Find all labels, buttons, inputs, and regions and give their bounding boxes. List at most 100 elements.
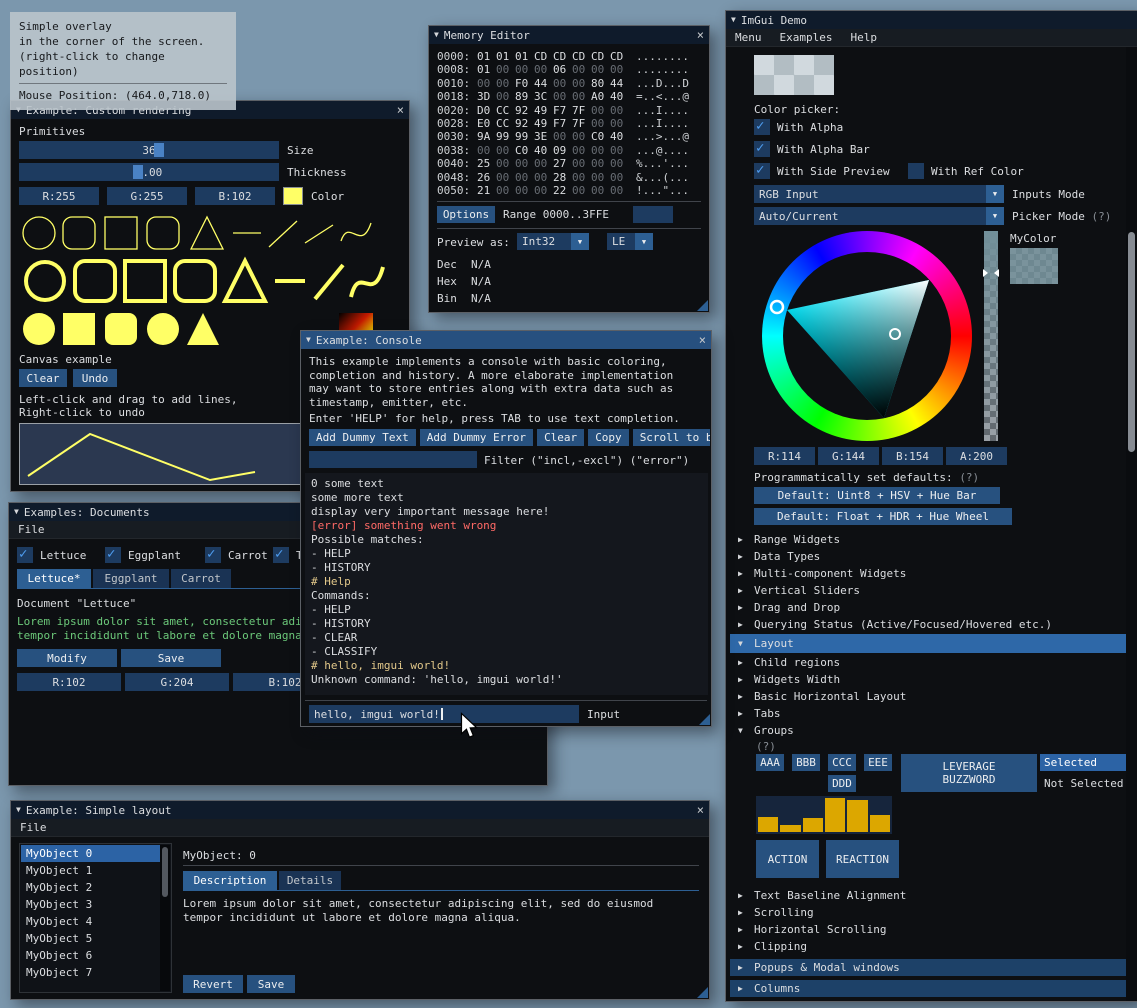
memory-row[interactable]: 0028:E0CC9249F77F0000...I.... xyxy=(437,117,689,130)
selectable-selected[interactable]: Selected xyxy=(1040,754,1128,771)
help-marker[interactable]: (?) xyxy=(1091,210,1111,223)
chevron-right-icon[interactable]: ▶ xyxy=(738,891,748,900)
object-list[interactable]: MyObject 0MyObject 1MyObject 2MyObject 3… xyxy=(19,843,172,993)
ccc-button[interactable]: CCC xyxy=(828,754,856,771)
goto-address-input[interactable] xyxy=(633,206,673,223)
scroll-to-b-button[interactable]: Scroll to b xyxy=(633,429,710,446)
tree-node-tabs[interactable]: ▶Tabs xyxy=(730,705,1127,722)
list-item-myobject-0[interactable]: MyObject 0 xyxy=(21,845,170,862)
chevron-right-icon[interactable]: ▶ xyxy=(738,675,748,684)
checkbox-lettuce[interactable]: ✓ Lettuce xyxy=(17,547,86,563)
selectable-not-selected[interactable]: Not Selected xyxy=(1040,775,1123,792)
eee-button[interactable]: EEE xyxy=(864,754,892,771)
bbb-button[interactable]: BBB xyxy=(792,754,820,771)
size-slider[interactable]: 36 xyxy=(19,141,279,159)
drawing-canvas[interactable] xyxy=(19,423,306,485)
clear-button[interactable]: Clear xyxy=(19,369,67,387)
chevron-right-icon[interactable]: ▶ xyxy=(738,552,748,561)
list-item-myobject-4[interactable]: MyObject 4 xyxy=(21,913,170,930)
aaa-button[interactable]: AAA xyxy=(756,754,784,771)
tab-eggplant[interactable]: Eggplant xyxy=(93,569,169,588)
console-log[interactable]: 0 some textsome more textdisplay very im… xyxy=(305,473,708,695)
clear-button[interactable]: Clear xyxy=(537,429,584,446)
chevron-down-icon[interactable]: ▼ xyxy=(635,233,653,250)
tree-node-scrolling[interactable]: ▶Scrolling xyxy=(730,904,1127,921)
chevron-right-icon[interactable]: ▶ xyxy=(738,925,748,934)
tree-node-groups[interactable]: ▼Groups xyxy=(730,722,1127,739)
preview-type-combo[interactable]: Int32 ▼ xyxy=(517,233,589,250)
close-icon[interactable]: × xyxy=(397,104,404,116)
side-preview-swatch[interactable] xyxy=(1010,248,1058,284)
tab-details[interactable]: Details xyxy=(279,871,341,890)
tree-node-columns[interactable]: ▶Columns xyxy=(730,980,1127,997)
color-preview-button[interactable] xyxy=(754,55,834,95)
tree-node-multi-component-widgets[interactable]: ▶Multi-component Widgets xyxy=(730,565,1127,582)
menu-menu[interactable]: Menu xyxy=(726,31,771,44)
leverage-buzzword-button[interactable]: LEVERAGE BUZZWORD xyxy=(901,754,1037,792)
revert-button[interactable]: Revert xyxy=(183,975,243,993)
chevron-down-icon[interactable]: ▼ xyxy=(571,233,589,250)
hex-dump[interactable]: 0000:010101CDCDCDCDCD........0008:010000… xyxy=(437,50,689,197)
list-item-myobject-1[interactable]: MyObject 1 xyxy=(21,862,170,879)
slider-grab[interactable] xyxy=(154,143,164,157)
chevron-right-icon[interactable]: ▶ xyxy=(738,692,748,701)
tree-node-horizontal-scrolling[interactable]: ▶Horizontal Scrolling xyxy=(730,921,1127,938)
simple-layout-titlebar[interactable]: ▼ Example: Simple layout × xyxy=(11,801,709,819)
list-item-myobject-2[interactable]: MyObject 2 xyxy=(21,879,170,896)
tree-node-drag-and-drop[interactable]: ▶Drag and Drop xyxy=(730,599,1127,616)
menu-file[interactable]: File xyxy=(9,523,54,536)
tree-node-text-baseline-alignment[interactable]: ▶Text Baseline Alignment xyxy=(730,887,1127,904)
checkbox-carrot[interactable]: ✓ Carrot xyxy=(205,547,268,563)
chevron-right-icon[interactable]: ▶ xyxy=(738,984,748,993)
chevron-right-icon[interactable]: ▶ xyxy=(738,942,748,951)
doc-color-g-drag[interactable]: G:204 xyxy=(125,673,229,691)
chevron-right-icon[interactable]: ▶ xyxy=(738,569,748,578)
tree-node-vertical-sliders[interactable]: ▶Vertical Sliders xyxy=(730,582,1127,599)
chevron-down-icon[interactable]: ▼ xyxy=(738,726,748,735)
picker-mode-combo[interactable]: Auto/Current ▼ xyxy=(754,207,1004,225)
collapse-arrow-icon[interactable]: ▼ xyxy=(14,508,19,516)
list-item-myobject-5[interactable]: MyObject 5 xyxy=(21,930,170,947)
tab-lettuce[interactable]: Lettuce* xyxy=(17,569,91,588)
hue-wheel[interactable] xyxy=(762,231,972,441)
scrollbar-grab[interactable] xyxy=(162,847,168,897)
resize-grip[interactable] xyxy=(697,300,708,311)
help-marker[interactable]: (?) xyxy=(756,740,776,753)
endianness-combo[interactable]: LE ▼ xyxy=(607,233,653,250)
reaction-button[interactable]: REACTION xyxy=(826,840,899,878)
color-r-drag[interactable]: R:255 xyxy=(19,187,99,205)
tree-node-querying-status-active-focused-hovered-etc[interactable]: ▶Querying Status (Active/Focused/Hovered… xyxy=(730,616,1127,633)
memory-row[interactable]: 0040:2500000027000000%...'... xyxy=(437,157,689,170)
save-button[interactable]: Save xyxy=(247,975,295,993)
help-marker[interactable]: (?) xyxy=(959,471,979,484)
list-scrollbar[interactable] xyxy=(160,845,170,991)
chevron-right-icon[interactable]: ▶ xyxy=(738,620,748,629)
hue-cursor[interactable] xyxy=(771,301,783,313)
modify-button[interactable]: Modify xyxy=(17,649,117,667)
memory-row[interactable]: 0010:0000F04400008044...D...D xyxy=(437,77,689,90)
checkbox-eggplant[interactable]: ✓ Eggplant xyxy=(105,547,181,563)
console-titlebar[interactable]: ▼ Example: Console × xyxy=(301,331,711,349)
undo-button[interactable]: Undo xyxy=(73,369,117,387)
memory-row[interactable]: 0008:0100000006000000........ xyxy=(437,63,689,76)
chevron-down-icon[interactable]: ▼ xyxy=(986,185,1004,203)
checkbox-with-alpha-bar[interactable]: ✓ With Alpha Bar xyxy=(754,141,870,157)
resize-grip[interactable] xyxy=(699,714,710,725)
memory-row[interactable]: 0030:9A99993E0000C040...>...@ xyxy=(437,130,689,143)
menu-help[interactable]: Help xyxy=(841,31,886,44)
checkbox-with-ref-color[interactable]: With Ref Color xyxy=(908,163,1024,179)
picker-r-drag[interactable]: R:114 xyxy=(754,447,815,465)
action-button[interactable]: ACTION xyxy=(756,840,819,878)
collapse-arrow-icon[interactable]: ▼ xyxy=(731,16,736,24)
tree-node-clipping[interactable]: ▶Clipping xyxy=(730,938,1127,955)
filter-input[interactable] xyxy=(309,451,477,468)
collapse-arrow-icon[interactable]: ▼ xyxy=(16,806,21,814)
tree-node-layout[interactable]: ▼Layout xyxy=(730,634,1127,653)
memory-row[interactable]: 0038:0000C04009000000...@.... xyxy=(437,144,689,157)
memory-row[interactable]: 0050:2100000022000000!..."... xyxy=(437,184,689,197)
close-icon[interactable]: × xyxy=(697,804,704,816)
save-button[interactable]: Save xyxy=(121,649,221,667)
demo-scrollbar[interactable] xyxy=(1126,47,1137,1001)
color-g-drag[interactable]: G:255 xyxy=(107,187,187,205)
tree-node-data-types[interactable]: ▶Data Types xyxy=(730,548,1127,565)
